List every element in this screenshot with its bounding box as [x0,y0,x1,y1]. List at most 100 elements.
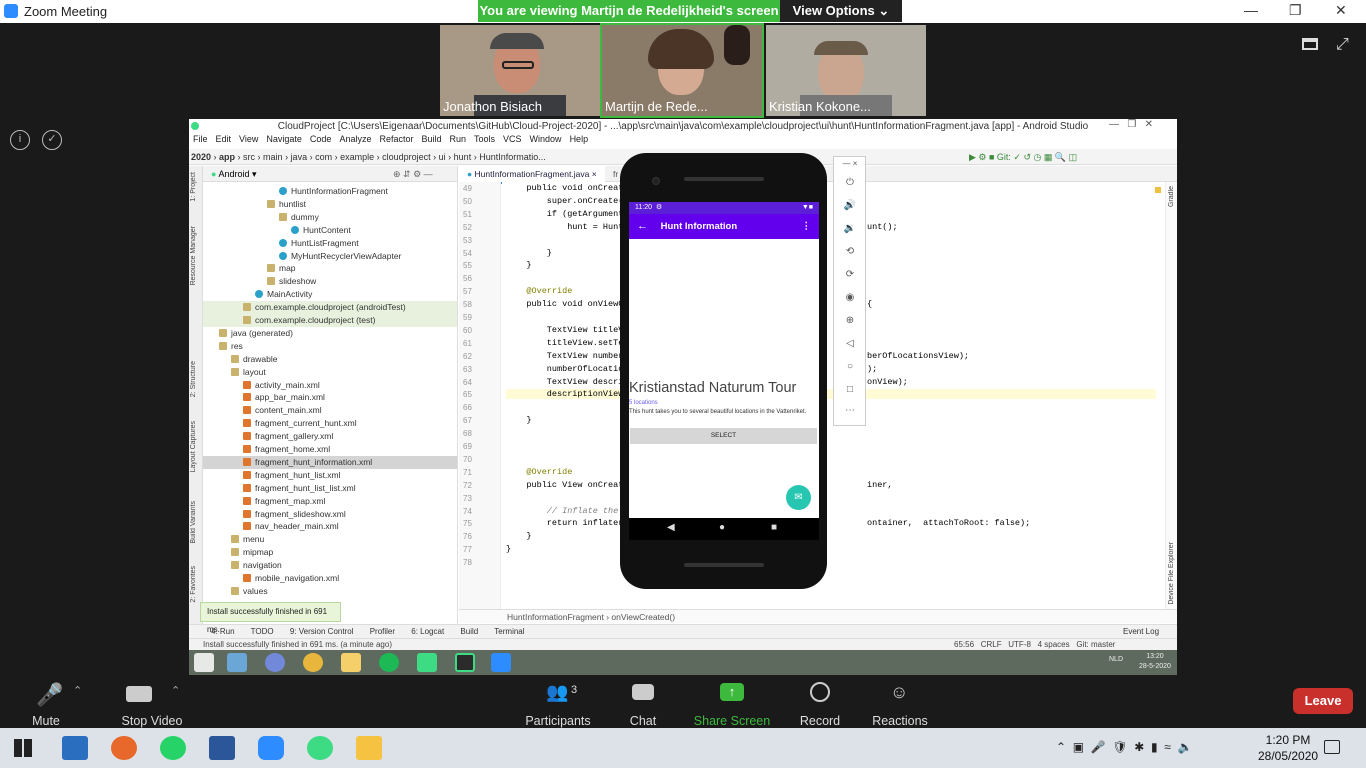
back-icon[interactable]: ◁ [842,338,858,349]
menu-help[interactable]: Help [570,134,589,144]
shield-icon[interactable]: ✓ [42,130,62,150]
zoom-icon[interactable]: ⊕ [842,315,858,326]
code-editor[interactable]: public void onCreate( super.onCreate(sa … [502,182,1162,614]
home-icon[interactable]: ○ [842,361,858,372]
tree-item[interactable]: app_bar_main.xml [203,391,457,404]
tree-item[interactable]: fragment_hunt_list_list.xml [203,482,457,495]
video-tile[interactable]: Jonathon Bisiach [440,25,600,116]
mute-chevron-icon[interactable]: ⌃ [73,684,82,697]
nav-com[interactable]: com [315,152,332,162]
menu-tools[interactable]: Tools [474,134,495,144]
stop-video-button[interactable]: Stop Video [100,714,204,728]
share-screen-icon[interactable]: ↑ [720,683,744,701]
rotate-right-icon[interactable]: ⟳ [842,269,858,280]
tree-item[interactable]: fragment_slideshow.xml [203,508,457,521]
tab-profiler[interactable]: Profiler [370,627,395,636]
tab-layout-captures[interactable]: Layout Captures [190,421,197,472]
tab-todo[interactable]: TODO [251,627,274,636]
project-panel-actions[interactable]: ⊕ ⇵ ⚙ — [393,166,433,182]
tree-item[interactable]: huntlist [203,198,457,211]
video-tile[interactable]: Kristian Kokone... [766,25,926,116]
tree-item[interactable]: navigation [203,559,457,572]
power-icon[interactable]: ⏻ [842,177,858,188]
status-line-sep[interactable]: CRLF [981,640,1002,649]
video-tile-active[interactable]: Martijn de Rede... [600,23,764,118]
tree-item[interactable]: layout [203,366,457,379]
nav-recents-icon[interactable]: ■ [771,522,777,533]
tab-terminal[interactable]: Terminal [494,627,524,636]
tab-build[interactable]: Build [460,627,478,636]
menu-view[interactable]: View [239,134,258,144]
tree-item[interactable]: MainActivity [203,288,457,301]
select-button[interactable]: SELECT [630,428,817,444]
nav-src[interactable]: src [243,152,255,162]
whatsapp-icon[interactable] [160,736,186,760]
video-camera-icon[interactable] [126,686,152,702]
volume-down-icon[interactable]: 🔉 [842,223,858,234]
overview-icon[interactable]: □ [842,384,858,395]
participants-icon[interactable]: 👥 [546,682,568,703]
menu-window[interactable]: Window [530,134,562,144]
tab-favorites[interactable]: 2: Favorites [190,566,197,603]
reactions-icon[interactable]: ☺ [890,682,908,703]
leave-button[interactable]: Leave [1293,688,1353,714]
tree-item[interactable]: nav_header_main.xml [203,520,457,533]
android-studio-app-icon[interactable] [307,736,333,760]
tab-build-variants[interactable]: Build Variants [190,501,197,544]
as-window-controls[interactable]: — ❐ ✕ [1109,119,1153,130]
nav-ui[interactable]: ui [439,152,446,162]
record-icon[interactable] [810,682,830,702]
microphone-icon[interactable]: 🎤 [36,682,63,708]
tab-project[interactable]: 1: Project [190,172,197,202]
back-arrow-icon[interactable]: ← [629,220,648,232]
chat-button[interactable]: Chat [618,714,668,728]
tab-resource-manager[interactable]: Resource Manager [190,226,197,286]
mute-button[interactable]: Mute [22,714,70,728]
menu-refactor[interactable]: Refactor [379,134,413,144]
fab-email-icon[interactable]: ✉ [786,485,811,510]
menu-run[interactable]: Run [450,134,467,144]
nav-back-icon[interactable]: ◀ [667,522,675,533]
tree-item[interactable]: values [203,585,457,598]
tree-item[interactable]: java (generated) [203,327,457,340]
breadcrumb-class[interactable]: HuntInformationFragment [507,612,604,622]
file-explorer-icon[interactable] [356,736,382,760]
status-caret[interactable]: 65:56 [954,640,974,649]
toolbar-icons[interactable]: ▶ ⚙ ■ Git: ✓ ↺ ◷ ▦ 🔍 ◫ [969,149,1077,164]
menu-build[interactable]: Build [421,134,441,144]
nav-example[interactable]: example [340,152,374,162]
nav-main[interactable]: main [263,152,283,162]
tree-item[interactable]: res [203,340,457,353]
tree-item[interactable]: HuntListFragment [203,237,457,250]
word-icon[interactable] [209,736,235,760]
tree-item[interactable]: fragment_home.xml [203,443,457,456]
zoom-app-icon[interactable] [258,736,284,760]
tree-item[interactable]: content_main.xml [203,404,457,417]
tree-item[interactable]: fragment_gallery.xml [203,430,457,443]
tab-structure[interactable]: 2: Structure [190,361,197,397]
fullscreen-icon[interactable]: ⤢ [1336,36,1349,54]
camera-icon[interactable]: ◉ [842,292,858,303]
minimize-icon[interactable]: — [1244,2,1258,18]
tree-item[interactable]: com.example.cloudproject (androidTest) [203,301,457,315]
tree-item[interactable]: fragment_hunt_information.xml [203,455,457,469]
tree-item[interactable]: fragment_hunt_list.xml [203,469,457,482]
gallery-view-icon[interactable] [1302,38,1318,50]
tree-item[interactable]: dummy [203,211,457,224]
notification-icon[interactable] [1324,740,1340,754]
tree-item[interactable]: drawable [203,353,457,366]
tree-item[interactable]: activity_main.xml [203,379,457,392]
reactions-button[interactable]: Reactions [866,714,934,728]
tree-item[interactable]: fragment_map.xml [203,495,457,508]
tree-item[interactable]: mipmap [203,546,457,559]
nav-home-icon[interactable]: ● [719,522,725,533]
chat-icon[interactable] [632,684,654,700]
tree-item[interactable]: HuntInformationFragment [203,185,457,198]
tree-item[interactable]: HuntContent [203,224,457,237]
menu-analyze[interactable]: Analyze [339,134,371,144]
nav-file[interactable]: HuntInformatio... [479,152,546,162]
tab-event-log[interactable]: Event Log [1123,625,1159,639]
system-clock[interactable]: 1:20 PM 28/05/2020 [1258,732,1318,764]
record-button[interactable]: Record [794,714,846,728]
status-git[interactable]: Git: master [1076,640,1115,649]
